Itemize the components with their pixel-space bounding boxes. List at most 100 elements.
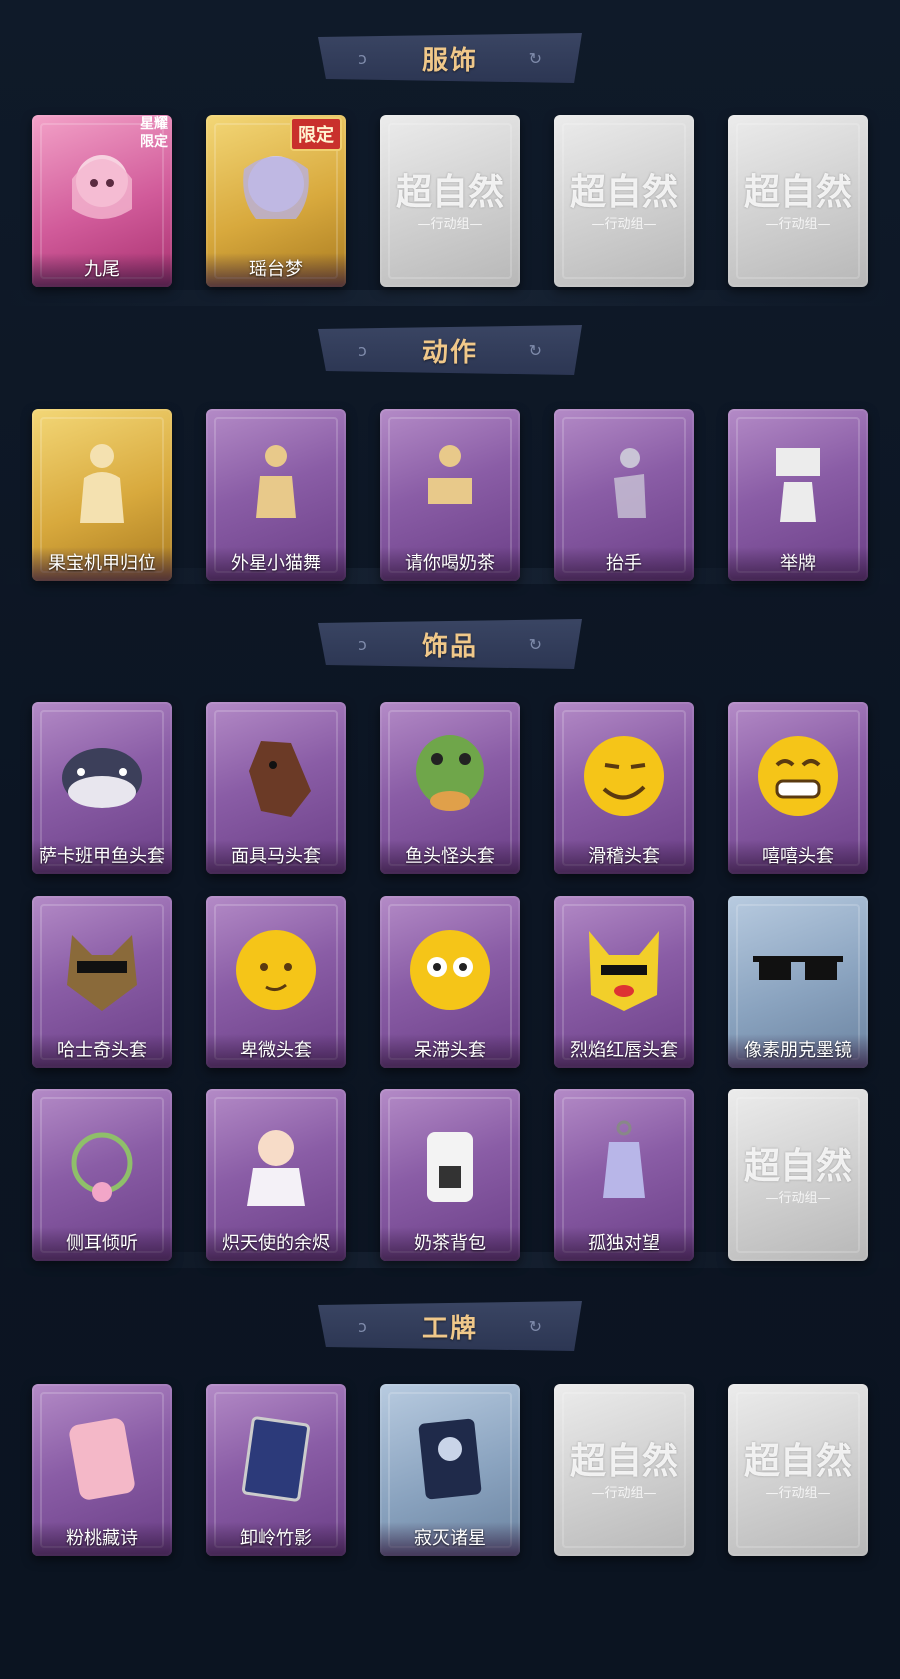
dance-pose-icon: [52, 433, 152, 533]
star-card-icon: [400, 1408, 500, 1508]
item-label: 烈焰红唇头套: [554, 1034, 694, 1068]
item-label: 请你喝奶茶: [380, 547, 520, 581]
item-card[interactable]: 粉桃藏诗: [32, 1384, 172, 1556]
item-card[interactable]: 烈焰红唇头套: [554, 896, 694, 1068]
item-card[interactable]: 外星小猫舞: [206, 409, 346, 581]
keychain-figure-icon: [574, 1113, 674, 1213]
item-card[interactable]: 寂灭诸星: [380, 1384, 520, 1556]
item-card[interactable]: 抬手: [554, 409, 694, 581]
empty-slot[interactable]: 超自然 —行动组—: [728, 115, 868, 287]
item-label: 瑶台梦: [206, 253, 346, 287]
item-label: 像素朋克墨镜: [728, 1034, 868, 1068]
watermark-logo: 超自然: [569, 171, 678, 213]
badge-text: 星耀限定: [140, 116, 168, 150]
item-label: 呆滞头套: [380, 1034, 520, 1068]
section-banner: ↄ 服饰 ↻: [318, 33, 582, 83]
swirl-icon: ↻: [528, 635, 542, 654]
swirl-icon: ↻: [528, 1317, 542, 1336]
item-card[interactable]: 星耀限定 九尾: [32, 115, 172, 287]
section-banner: ↄ 工牌 ↻: [318, 1301, 582, 1351]
fish-head-icon: [52, 726, 152, 826]
item-card[interactable]: 孤独对望: [554, 1089, 694, 1261]
item-card[interactable]: 请你喝奶茶: [380, 409, 520, 581]
item-label: 举牌: [728, 547, 868, 581]
section-title: 动作: [421, 337, 478, 368]
watermark-logo: 超自然: [569, 1440, 678, 1482]
item-label: 卑微头套: [206, 1034, 346, 1068]
item-label: 炽天使的余烬: [206, 1227, 346, 1261]
item-card[interactable]: 卸岭竹影: [206, 1384, 346, 1556]
milk-tea-pose-icon: [400, 433, 500, 533]
divider: [0, 290, 900, 306]
limited-badge: 限定: [290, 117, 342, 151]
item-card[interactable]: 奶茶背包: [380, 1089, 520, 1261]
item-card[interactable]: 果宝机甲归位: [32, 409, 172, 581]
empty-slot[interactable]: 超自然 —行动组—: [380, 115, 520, 287]
humble-emoji-icon: [226, 920, 326, 1020]
empty-slot[interactable]: 超自然 —行动组—: [554, 115, 694, 287]
item-card[interactable]: 侧耳倾听: [32, 1089, 172, 1261]
item-card[interactable]: 萨卡班甲鱼头套: [32, 702, 172, 874]
item-card[interactable]: 呆滞头套: [380, 896, 520, 1068]
item-label: 侧耳倾听: [32, 1227, 172, 1261]
item-label: 果宝机甲归位: [32, 547, 172, 581]
watermark-sub: —行动组—: [591, 217, 657, 232]
item-label: 寂灭诸星: [380, 1522, 520, 1556]
watermark-logo: 超自然: [743, 171, 852, 213]
empty-slot[interactable]: 超自然 —行动组—: [728, 1384, 868, 1556]
dazed-emoji-icon: [400, 920, 500, 1020]
item-label: 嘻嘻头套: [728, 840, 868, 874]
item-card[interactable]: 举牌: [728, 409, 868, 581]
swirl-icon: ↄ: [358, 49, 367, 68]
watermark-sub: —行动组—: [765, 217, 831, 232]
item-label: 粉桃藏诗: [32, 1522, 172, 1556]
item-card[interactable]: 鱼头怪头套: [380, 702, 520, 874]
pixel-sunglasses-icon: [748, 920, 848, 1020]
empty-slot[interactable]: 超自然 —行动组—: [554, 1384, 694, 1556]
swirl-icon: ↄ: [358, 341, 367, 360]
item-card[interactable]: 炽天使的余烬: [206, 1089, 346, 1261]
angel-figure-icon: [226, 1113, 326, 1213]
item-label: 面具马头套: [206, 840, 346, 874]
item-label: 滑稽头套: [554, 840, 694, 874]
dance-pose-icon: [226, 433, 326, 533]
item-label: 外星小猫舞: [206, 547, 346, 581]
smirk-emoji-icon: [574, 726, 674, 826]
pikachu-head-icon: [574, 920, 674, 1020]
flower-wreath-icon: [52, 1113, 152, 1213]
hold-sign-pose-icon: [748, 433, 848, 533]
item-label: 萨卡班甲鱼头套: [32, 840, 172, 874]
section-banner: ↄ 动作 ↻: [318, 325, 582, 375]
item-label: 鱼头怪头套: [380, 840, 520, 874]
limited-badge: 星耀限定: [134, 115, 172, 175]
peach-card-icon: [52, 1408, 152, 1508]
grin-emoji-icon: [748, 726, 848, 826]
watermark-sub: —行动组—: [417, 217, 483, 232]
bamboo-card-icon: [226, 1408, 326, 1508]
raise-hand-pose-icon: [574, 433, 674, 533]
item-label: 抬手: [554, 547, 694, 581]
character-portrait-icon: [226, 139, 326, 239]
watermark-logo: 超自然: [743, 1440, 852, 1482]
item-card[interactable]: 卑微头套: [206, 896, 346, 1068]
item-card[interactable]: 面具马头套: [206, 702, 346, 874]
watermark-sub: —行动组—: [591, 1486, 657, 1501]
section-title: 工牌: [421, 1313, 478, 1344]
swirl-icon: ↄ: [358, 635, 367, 654]
empty-slot[interactable]: 超自然 —行动组—: [728, 1089, 868, 1261]
item-card[interactable]: 限定 瑶台梦: [206, 115, 346, 287]
item-card[interactable]: 滑稽头套: [554, 702, 694, 874]
swirl-icon: ↻: [528, 341, 542, 360]
swirl-icon: ↄ: [358, 1317, 367, 1336]
swirl-icon: ↻: [528, 49, 542, 68]
section-banner: ↄ 饰品 ↻: [318, 619, 582, 669]
watermark-logo: 超自然: [743, 1145, 852, 1187]
section-title: 饰品: [421, 631, 478, 662]
horse-head-icon: [226, 726, 326, 826]
fish-monster-head-icon: [400, 726, 500, 826]
item-label: 孤独对望: [554, 1227, 694, 1261]
item-label: 哈士奇头套: [32, 1034, 172, 1068]
item-card[interactable]: 哈士奇头套: [32, 896, 172, 1068]
item-card[interactable]: 嘻嘻头套: [728, 702, 868, 874]
item-card[interactable]: 像素朋克墨镜: [728, 896, 868, 1068]
